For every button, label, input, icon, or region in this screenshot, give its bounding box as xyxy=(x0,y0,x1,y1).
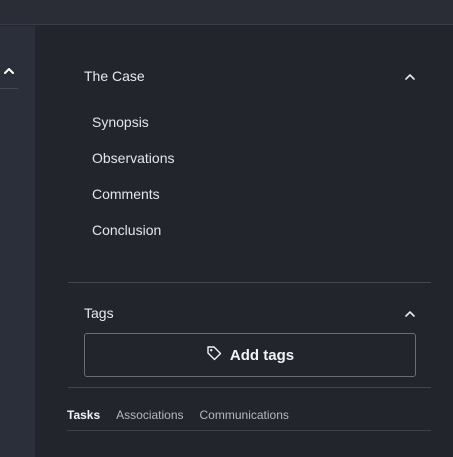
tags-section-header[interactable]: Tags xyxy=(84,302,416,324)
case-nav-synopsis[interactable]: Synopsis xyxy=(92,112,149,132)
tags-section-title: Tags xyxy=(84,305,114,321)
top-bar xyxy=(0,0,453,25)
section-divider xyxy=(68,282,431,283)
chevron-up-icon xyxy=(4,61,14,79)
collapse-rail-button[interactable] xyxy=(0,61,18,79)
rail-divider xyxy=(0,88,18,89)
case-nav-observations[interactable]: Observations xyxy=(92,148,174,168)
case-nav-conclusion[interactable]: Conclusion xyxy=(92,220,161,240)
left-rail xyxy=(0,26,35,457)
case-section-title: The Case xyxy=(84,68,145,84)
case-nav-comments[interactable]: Comments xyxy=(92,184,160,204)
tab-tasks[interactable]: Tasks xyxy=(67,408,100,428)
case-panel: The Case Synopsis Observations Comments … xyxy=(35,26,453,457)
add-tags-button[interactable]: Add tags xyxy=(84,333,416,377)
tab-associations[interactable]: Associations xyxy=(116,408,183,428)
tab-communications[interactable]: Communications xyxy=(200,408,289,428)
section-divider xyxy=(68,387,431,388)
activity-tabs: Tasks Associations Communications xyxy=(67,405,431,431)
chevron-up-icon[interactable] xyxy=(404,70,416,82)
chevron-up-icon[interactable] xyxy=(404,307,416,319)
case-section-header[interactable]: The Case xyxy=(84,65,416,87)
add-tags-label: Add tags xyxy=(229,346,295,364)
tag-icon xyxy=(206,345,222,365)
